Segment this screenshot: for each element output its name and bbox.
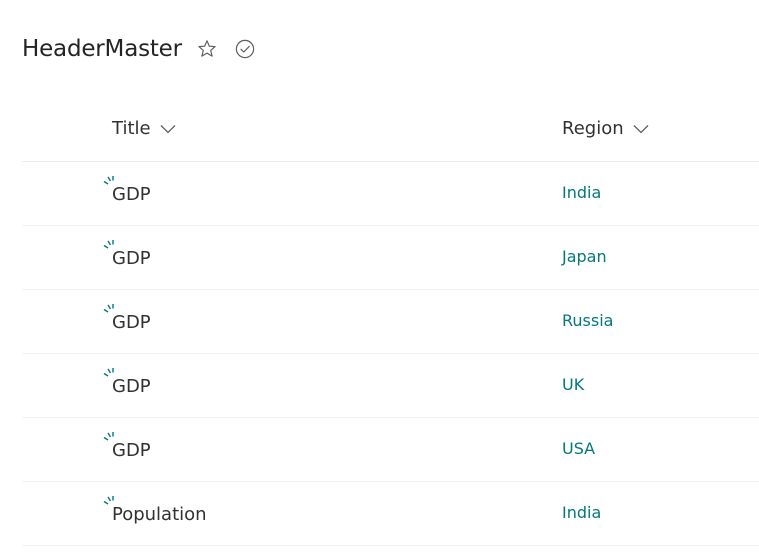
table-row[interactable]: GDP Russia <box>22 290 759 354</box>
table-row[interactable]: GDP India <box>22 162 759 226</box>
chevron-down-icon <box>633 124 649 133</box>
cell-title[interactable]: GDP <box>112 248 151 269</box>
cell-region[interactable]: India <box>562 183 601 202</box>
cell-region[interactable]: Japan <box>562 247 607 266</box>
table-row[interactable]: GDP Japan <box>22 226 759 290</box>
table-row[interactable]: GDP UK <box>22 354 759 418</box>
page-header: HeaderMaster <box>22 29 256 69</box>
cell-region[interactable]: UK <box>562 375 584 394</box>
cell-region[interactable]: Russia <box>562 311 613 330</box>
check-circle-icon[interactable] <box>234 38 256 60</box>
column-header-region-label: Region <box>562 118 624 139</box>
column-header-title-label: Title <box>112 118 151 139</box>
cell-region[interactable]: USA <box>562 439 595 458</box>
cell-title[interactable]: GDP <box>112 376 151 397</box>
column-header-title[interactable]: Title <box>112 118 176 139</box>
list-view: Title Region GDP India GDP Japan GDP Rus… <box>22 100 759 546</box>
column-header-region[interactable]: Region <box>562 118 649 139</box>
page-title: HeaderMaster <box>22 36 182 62</box>
star-icon[interactable] <box>196 38 218 60</box>
cell-title[interactable]: GDP <box>112 440 151 461</box>
table-row[interactable]: Population India <box>22 482 759 546</box>
column-header-row: Title Region <box>22 100 759 162</box>
table-row[interactable]: GDP USA <box>22 418 759 482</box>
chevron-down-icon <box>160 124 176 133</box>
cell-title[interactable]: GDP <box>112 184 151 205</box>
cell-title[interactable]: GDP <box>112 312 151 333</box>
cell-title[interactable]: Population <box>112 504 207 525</box>
cell-region[interactable]: India <box>562 503 601 522</box>
